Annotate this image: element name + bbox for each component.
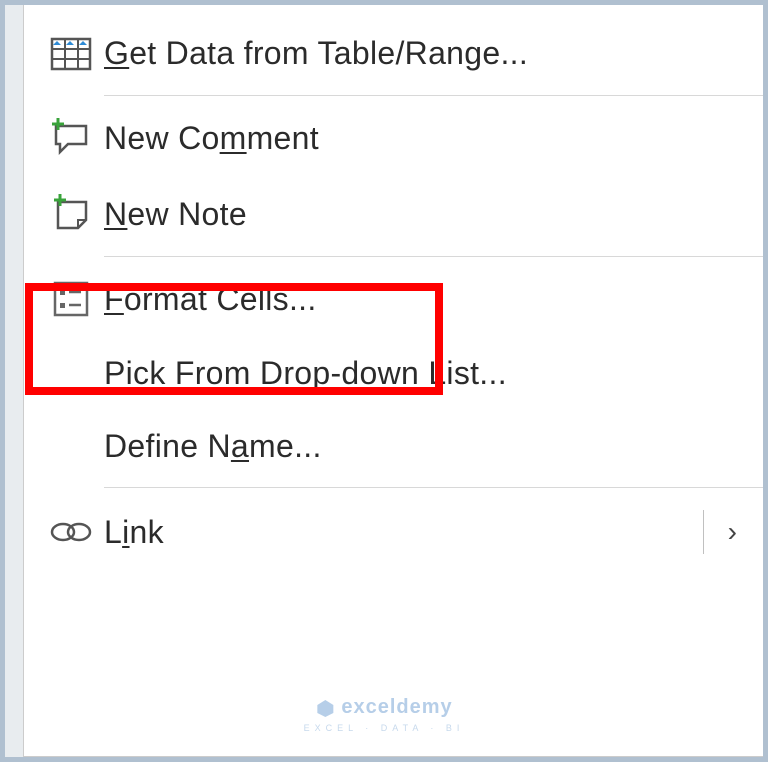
format-cells-icon bbox=[38, 279, 104, 319]
menu-item-format-cells[interactable]: Format Cells... bbox=[24, 261, 763, 337]
window-edge bbox=[5, 5, 23, 757]
watermark-tagline: EXCEL · DATA · BI bbox=[304, 723, 465, 733]
menu-item-pick-list[interactable]: Pick From Drop-down List... bbox=[24, 337, 763, 410]
menu-item-new-note[interactable]: New Note bbox=[24, 176, 763, 252]
menu-label: Link bbox=[104, 514, 703, 551]
menu-label: Get Data from Table/Range... bbox=[104, 35, 743, 72]
submenu-separator bbox=[703, 510, 704, 554]
menu-label: New Note bbox=[104, 196, 743, 233]
context-menu: Get Data from Table/Range... New Comment bbox=[23, 5, 763, 757]
menu-label: Format Cells... bbox=[104, 281, 743, 318]
menu-label: New Comment bbox=[104, 120, 743, 157]
menu-label: Define Name... bbox=[104, 428, 743, 465]
watermark: exceldemy bbox=[315, 696, 452, 719]
menu-item-get-data[interactable]: Get Data from Table/Range... bbox=[24, 15, 763, 91]
chevron-right-icon: › bbox=[728, 516, 737, 548]
menu-separator bbox=[104, 95, 763, 96]
menu-item-link[interactable]: Link › bbox=[24, 492, 763, 572]
menu-separator bbox=[104, 487, 763, 488]
table-range-icon bbox=[38, 33, 104, 73]
menu-item-new-comment[interactable]: New Comment bbox=[24, 100, 763, 176]
link-icon bbox=[38, 517, 104, 547]
new-comment-icon bbox=[38, 118, 104, 158]
menu-item-define-name[interactable]: Define Name... bbox=[24, 410, 763, 483]
new-note-icon bbox=[38, 194, 104, 234]
menu-separator bbox=[104, 256, 763, 257]
menu-label: Pick From Drop-down List... bbox=[104, 355, 743, 392]
